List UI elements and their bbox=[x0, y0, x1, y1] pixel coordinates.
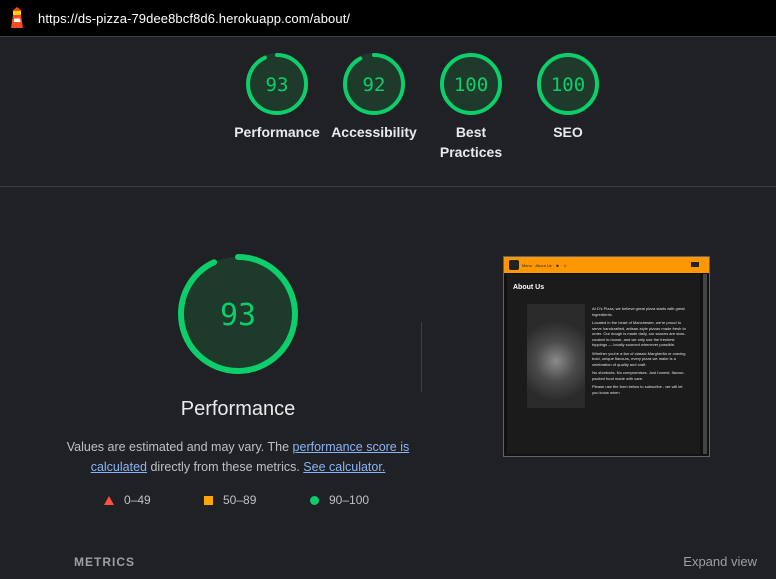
pizza-photo bbox=[527, 304, 585, 408]
description-text: Values are estimated and may vary. The bbox=[66, 440, 293, 454]
gauge-seo[interactable]: 100 SEO bbox=[513, 52, 623, 142]
cart-icon bbox=[691, 262, 699, 267]
performance-gauge-large: 93 bbox=[178, 254, 298, 374]
thumbnail-nav-links: Menu · About Us · ☻ · ☺ bbox=[522, 263, 568, 268]
thumbnail-paragraph: Please use the form below to subscribe -… bbox=[592, 384, 683, 395]
url-bar: https://ds-pizza-79dee8bcf8d6.herokuapp.… bbox=[0, 0, 776, 37]
expand-view-button[interactable]: Expand view bbox=[683, 554, 757, 569]
lighthouse-icon bbox=[11, 7, 23, 28]
gauge-score: 100 bbox=[551, 74, 585, 96]
thumbnail-navbar: Menu · About Us · ☻ · ☺ bbox=[504, 257, 709, 273]
thumbnail-paragraph: Whether you're a fan of classic Margheri… bbox=[592, 350, 686, 367]
score-gauge: 92 bbox=[343, 53, 405, 115]
green-circle-icon bbox=[310, 495, 319, 505]
score-gauge: 100 bbox=[440, 53, 502, 115]
gauge-best-practices[interactable]: 100 Best Practices bbox=[416, 52, 526, 162]
gauge-label: SEO bbox=[553, 124, 583, 140]
gauge-label: Best Practices bbox=[439, 124, 503, 160]
gauge-score: 92 bbox=[363, 74, 386, 96]
legend-pass: 90–100 bbox=[310, 493, 369, 507]
thumbnail-heading: About Us bbox=[513, 284, 545, 291]
see-calculator-link[interactable]: See calculator. bbox=[303, 460, 385, 474]
description-text: directly from these metrics. bbox=[147, 460, 304, 474]
legend-label: 0–49 bbox=[124, 493, 151, 507]
score-gauge: 100 bbox=[537, 53, 599, 115]
legend-label: 50–89 bbox=[223, 493, 257, 507]
performance-score-large: 93 bbox=[220, 298, 256, 333]
category-gauges: 93 Performance 92 Accessibility 100 Best… bbox=[0, 36, 776, 187]
performance-description: Values are estimated and may vary. The p… bbox=[62, 437, 414, 477]
performance-title: Performance bbox=[180, 398, 296, 420]
orange-square-icon bbox=[204, 495, 213, 505]
legend-average: 50–89 bbox=[204, 493, 256, 507]
pizza-logo-icon bbox=[509, 260, 519, 270]
score-gauge: 93 bbox=[246, 53, 308, 115]
thumbnail-paragraph: At D's Pizza, we believe great pizza sta… bbox=[592, 306, 685, 317]
gauge-label: Accessibility bbox=[331, 124, 417, 140]
legend-fail: 0–49 bbox=[104, 493, 151, 507]
red-triangle-icon bbox=[104, 495, 114, 505]
thumbnail-text: At D's Pizza, we believe great pizza sta… bbox=[592, 306, 687, 398]
gauge-accessibility[interactable]: 92 Accessibility bbox=[319, 52, 429, 142]
metrics-heading: METRICS bbox=[74, 555, 135, 569]
thumbnail-scrollbar bbox=[703, 274, 707, 454]
page-screenshot-thumbnail[interactable]: Menu · About Us · ☻ · ☺ About Us At D's … bbox=[503, 256, 710, 457]
legend-label: 90–100 bbox=[329, 493, 370, 507]
thumbnail-paragraph: No shortcuts. No compromises. Just hones… bbox=[592, 370, 685, 381]
gauge-score: 93 bbox=[266, 74, 289, 96]
thumbnail-paragraph: Located in the heart of Manchester, we'r… bbox=[592, 320, 686, 347]
page-url: https://ds-pizza-79dee8bcf8d6.herokuapp.… bbox=[38, 10, 351, 26]
thumbnail-content: About Us At D's Pizza, we believe great … bbox=[507, 274, 700, 454]
gauge-score: 100 bbox=[454, 74, 488, 96]
score-legend: 0–49 50–89 90–100 bbox=[0, 493, 480, 509]
vertical-divider bbox=[421, 322, 422, 392]
gauge-label: Performance bbox=[234, 124, 320, 140]
gauge-performance[interactable]: 93 Performance bbox=[222, 52, 332, 142]
